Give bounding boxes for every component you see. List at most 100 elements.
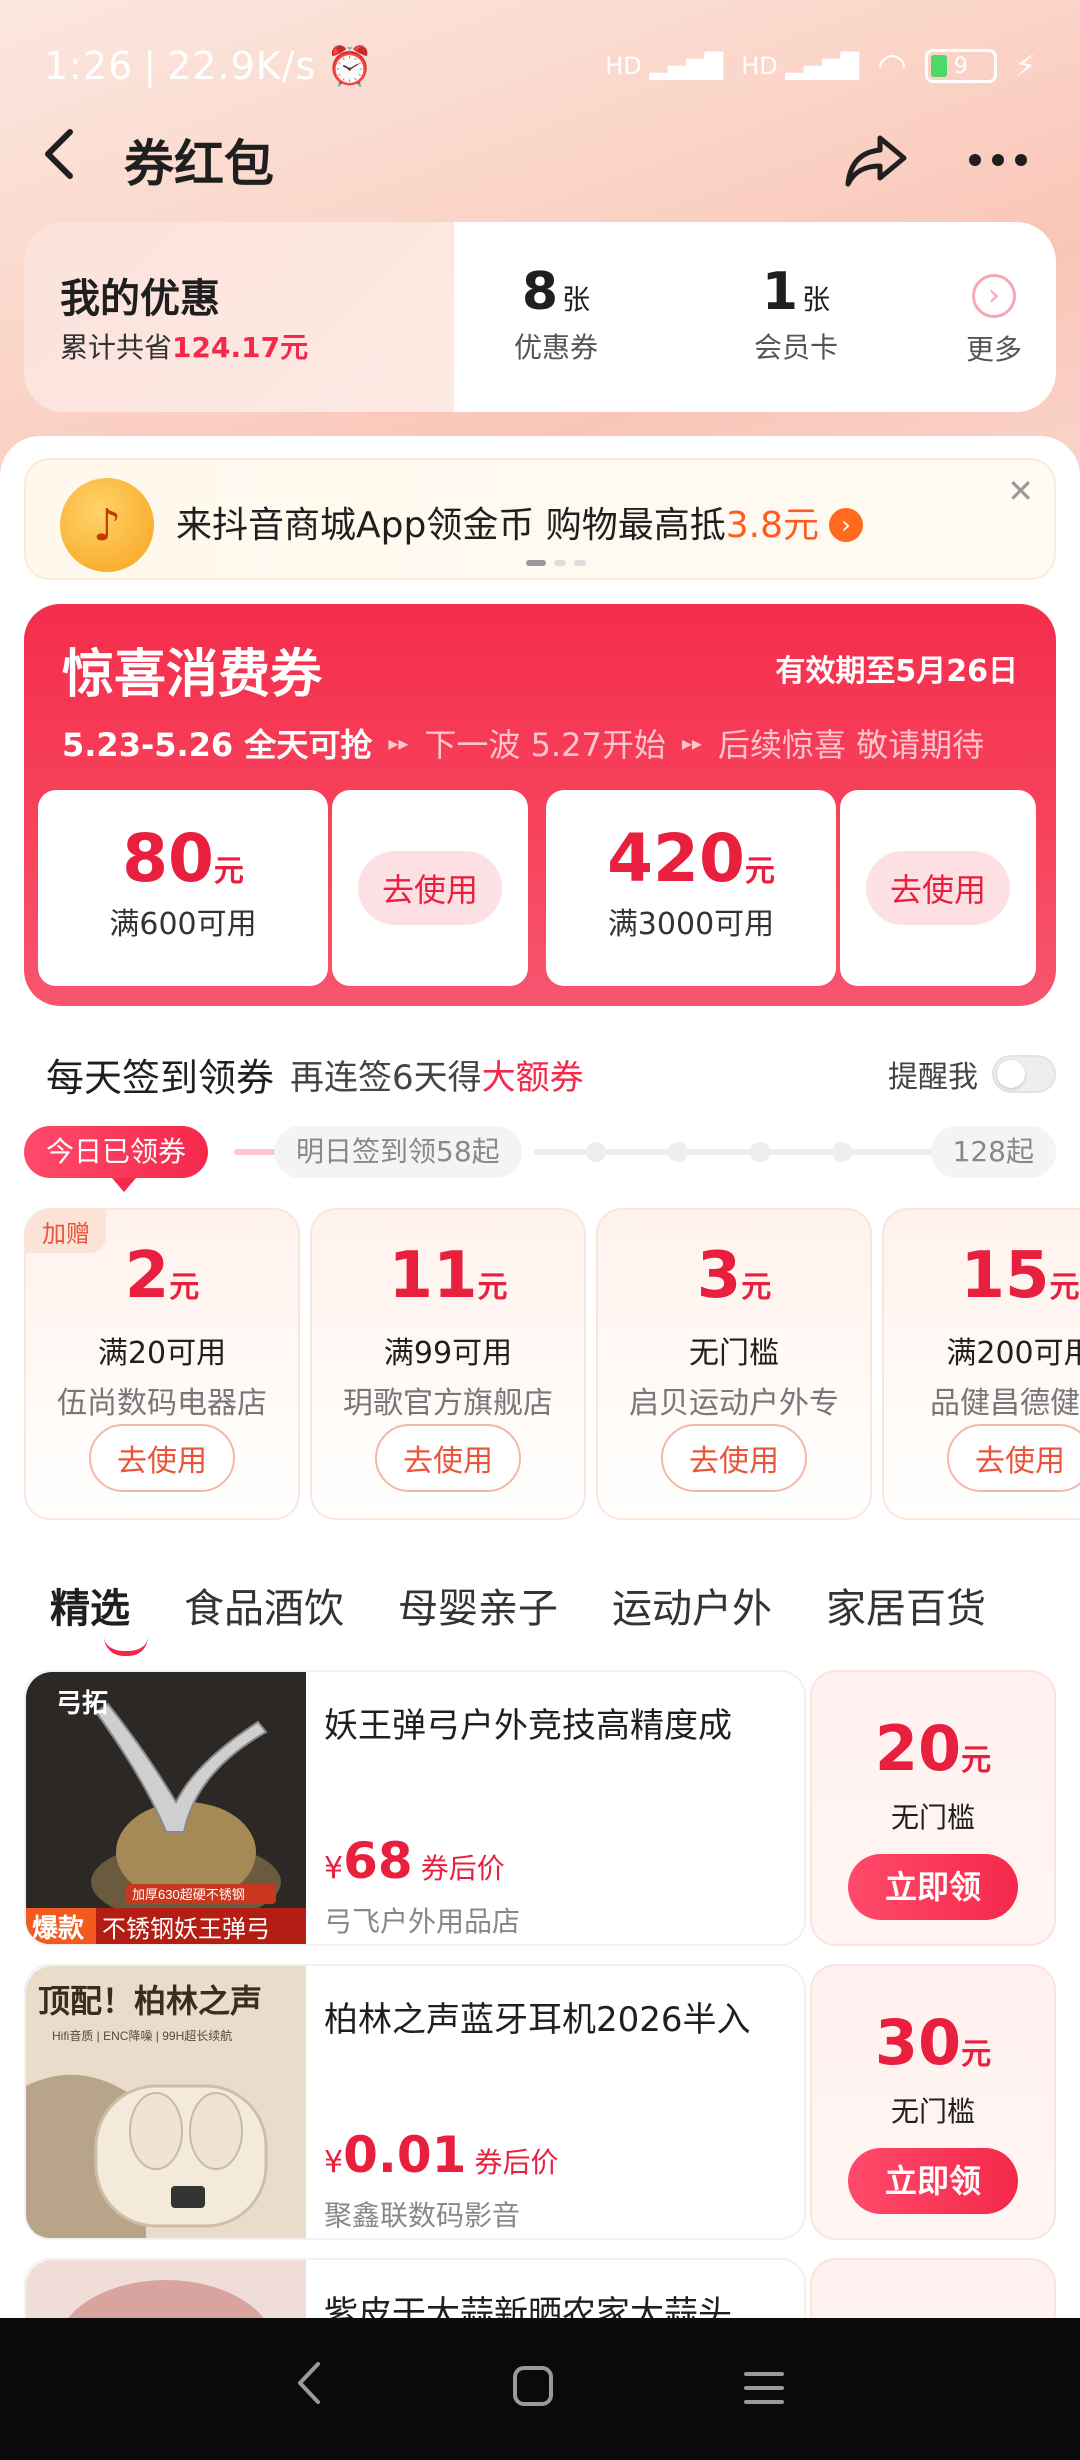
daily-coupon-card: 11元 满99可用 玥歌官方旗舰店 去使用 bbox=[310, 1208, 586, 1520]
coupons-stat[interactable]: 8张 优惠券 bbox=[514, 262, 598, 366]
claim-coupon-button[interactable]: 立即领 bbox=[848, 2148, 1018, 2214]
product-image-garlic bbox=[26, 2260, 306, 2318]
surprise-coupon-2: 420元 满3000可用 去使用 bbox=[546, 790, 1036, 986]
use-coupon-button[interactable]: 去使用 bbox=[375, 1424, 521, 1492]
tab-sports-outdoor[interactable]: 运动户外 bbox=[612, 1576, 772, 1634]
top-nav: 券红包 bbox=[40, 118, 1040, 202]
product-item[interactable]: 紫皮干大蒜新晒农家大蒜头 bbox=[24, 2258, 1056, 2318]
chevron-right-icon: › bbox=[971, 274, 1016, 318]
daily-coupon-card: 15元 满200可用 品健昌德健身 去使用 bbox=[882, 1208, 1080, 1520]
coupon-action: 去使用 bbox=[332, 790, 528, 986]
system-navigation-bar bbox=[0, 2318, 1080, 2460]
schedule-step-3: 后续惊喜 敬请期待 bbox=[717, 726, 985, 764]
signal-icon-2: HD ▂▄▆█ bbox=[741, 52, 860, 80]
status-time: 1:26 bbox=[44, 44, 134, 88]
system-menu-icon bbox=[744, 2371, 785, 2404]
system-back-button[interactable] bbox=[294, 2357, 324, 2422]
back-arrow-icon bbox=[45, 128, 73, 179]
product-card[interactable]: 弓拓 爆款 不锈钢妖王弹弓 加厚630超硬不锈钢 妖王弹弓户外竞技高精度成 ¥6… bbox=[24, 1670, 806, 1946]
product-image-slingshot: 弓拓 爆款 不锈钢妖王弹弓 加厚630超硬不锈钢 bbox=[26, 1672, 306, 1944]
tomorrow-reward-badge: 明日签到领58起 bbox=[274, 1126, 522, 1178]
share-button[interactable] bbox=[834, 118, 918, 202]
tab-home-goods[interactable]: 家居百货 bbox=[826, 1576, 986, 1634]
product-store: 聚鑫联数码影音 bbox=[324, 2199, 521, 2232]
bonus-badge: 加赠 bbox=[26, 1210, 106, 1253]
product-card[interactable]: 紫皮干大蒜新晒农家大蒜头 bbox=[24, 2258, 806, 2318]
page-title: 券红包 bbox=[124, 135, 274, 193]
product-name: 柏林之声蓝牙耳机2026半入 bbox=[324, 2000, 751, 2040]
member-cards-stat[interactable]: 1张 会员卡 bbox=[754, 262, 838, 366]
douyin-coin-icon: ♪ bbox=[60, 478, 154, 572]
image-tag-hot: 爆款 bbox=[32, 1913, 85, 1943]
tab-mother-baby[interactable]: 母婴亲子 bbox=[398, 1576, 558, 1634]
product-price: ¥68 券后价 bbox=[324, 1832, 505, 1890]
back-button[interactable] bbox=[40, 126, 110, 195]
product-coupon: 20元 无门槛 立即领 bbox=[810, 1670, 1056, 1946]
step-arrow-icon: ▸▸ bbox=[681, 731, 702, 755]
alarm-icon: ⏰ bbox=[326, 43, 375, 88]
product-image-earbuds: 顶配！柏林之声 Hifi音质 | ENC降噪 | 99H超长续航 bbox=[26, 1966, 306, 2238]
system-back-icon bbox=[297, 2361, 320, 2404]
wifi-icon: ◠ bbox=[877, 46, 907, 86]
use-coupon-button[interactable]: 去使用 bbox=[661, 1424, 807, 1492]
status-bar: 1:26 | 22.9K/s ⏰ HD ▂▄▆█ HD ▂▄▆█ ◠ 9 ⚡ bbox=[44, 36, 1036, 96]
status-left: 1:26 | 22.9K/s ⏰ bbox=[44, 44, 375, 89]
use-coupon-button[interactable]: 去使用 bbox=[89, 1424, 235, 1492]
product-item[interactable]: 弓拓 爆款 不锈钢妖王弹弓 加厚630超硬不锈钢 妖王弹弓户外竞技高精度成 ¥6… bbox=[24, 1670, 1056, 1946]
surprise-valid-until: 有效期至5月26日 bbox=[775, 654, 1018, 689]
product-price: ¥0.01 券后价 bbox=[324, 2126, 559, 2184]
image-subline: Hifi音质 | ENC降噪 | 99H超长续航 bbox=[52, 2028, 232, 2043]
product-name: 妖王弹弓户外竞技高精度成 bbox=[324, 1706, 732, 1746]
daily-coupon-card: 3元 无门槛 启贝运动户外专 去使用 bbox=[596, 1208, 872, 1520]
more-icon bbox=[969, 154, 1027, 166]
tab-food-drinks[interactable]: 食品酒饮 bbox=[184, 1576, 344, 1634]
surprise-schedule: 5.23-5.26 全天可抢 ▸▸ 下一波 5.27开始 ▸▸ 后续惊喜 敬请期… bbox=[62, 720, 984, 766]
more-button[interactable] bbox=[956, 118, 1040, 202]
more-benefits-button[interactable]: › 更多 bbox=[966, 274, 1022, 368]
checkin-progress: 今日已领券 明日签到领58起 128起 bbox=[24, 1122, 1056, 1192]
product-card[interactable]: 顶配！柏林之声 Hifi音质 | ENC降噪 | 99H超长续航 柏林之声蓝牙耳… bbox=[24, 1964, 806, 2240]
promo-text: 来抖音商城App领金币 购物最高抵3.8元 › bbox=[176, 496, 864, 548]
today-claimed-badge: 今日已领券 bbox=[24, 1126, 209, 1192]
schedule-step-1: 5.23-5.26 全天可抢 bbox=[62, 726, 373, 764]
schedule-step-2: 下一波 5.27开始 bbox=[424, 726, 666, 764]
coupon-action: 去使用 bbox=[840, 790, 1036, 986]
my-benefits-card: 我的优惠 累计共省124.17元 8张 优惠券 1张 会员卡 › 更多 bbox=[24, 222, 1056, 412]
remind-me: 提醒我 bbox=[888, 1052, 1056, 1096]
promo-pagination bbox=[526, 560, 586, 566]
remind-toggle[interactable] bbox=[992, 1055, 1056, 1093]
product-name: 紫皮干大蒜新晒农家大蒜头 bbox=[324, 2294, 732, 2318]
checkin-header: 每天签到领券 再连签6天得大额券 提醒我 bbox=[46, 1046, 1056, 1102]
image-banner: 顶配！柏林之声 bbox=[38, 1983, 262, 2019]
checkin-subtitle: 再连签6天得大额券 bbox=[290, 1057, 584, 1098]
daily-coupon-card: 加赠 2元 满20可用 伍尚数码电器店 去使用 bbox=[24, 1208, 300, 1520]
status-separator: | bbox=[143, 44, 158, 88]
system-home-icon bbox=[512, 2365, 553, 2406]
use-coupon-button[interactable]: 去使用 bbox=[357, 851, 502, 925]
surprise-title: 惊喜消费券 bbox=[62, 645, 323, 705]
surprise-coupon-1: 80元 满600可用 去使用 bbox=[38, 790, 528, 986]
surprise-coupon-section: 惊喜消费券 有效期至5月26日 5.23-5.26 全天可抢 ▸▸ 下一波 5.… bbox=[24, 604, 1056, 1006]
promo-arrow-icon: › bbox=[829, 508, 864, 542]
promo-close-button[interactable]: ✕ bbox=[1007, 472, 1034, 510]
status-right: HD ▂▄▆█ HD ▂▄▆█ ◠ 9 ⚡ bbox=[605, 46, 1036, 86]
final-reward-badge: 128起 bbox=[930, 1126, 1056, 1178]
product-coupon: 30元 无门槛 立即领 bbox=[810, 1964, 1056, 2240]
category-tabs: 精选 食品酒饮 母婴亲子 运动户外 家居百货 bbox=[50, 1576, 986, 1656]
coupon-value: 420元 满3000可用 bbox=[546, 790, 836, 986]
my-benefits-total-saved: 累计共省124.17元 bbox=[60, 331, 309, 364]
signal-icon-1: HD ▂▄▆█ bbox=[605, 52, 724, 80]
image-tag-feature: 加厚630超硬不锈钢 bbox=[132, 1887, 245, 1902]
promo-banner[interactable]: ♪ 来抖音商城App领金币 购物最高抵3.8元 › ✕ bbox=[24, 458, 1056, 580]
claim-coupon-button[interactable]: 立即领 bbox=[848, 1854, 1018, 1920]
share-icon bbox=[845, 135, 907, 187]
system-menu-button[interactable] bbox=[742, 2357, 786, 2422]
battery-icon: 9 bbox=[924, 49, 997, 83]
image-brand: 弓拓 bbox=[56, 1688, 108, 1718]
product-item[interactable]: 顶配！柏林之声 Hifi音质 | ENC降噪 | 99H超长续航 柏林之声蓝牙耳… bbox=[24, 1964, 1056, 2240]
use-coupon-button[interactable]: 去使用 bbox=[947, 1424, 1080, 1492]
tab-featured[interactable]: 精选 bbox=[50, 1576, 148, 1656]
daily-coupon-list: 加赠 2元 满20可用 伍尚数码电器店 去使用 11元 满99可用 玥歌官方旗舰… bbox=[24, 1208, 1080, 1520]
use-coupon-button[interactable]: 去使用 bbox=[865, 851, 1010, 925]
system-home-button[interactable] bbox=[511, 2357, 555, 2422]
